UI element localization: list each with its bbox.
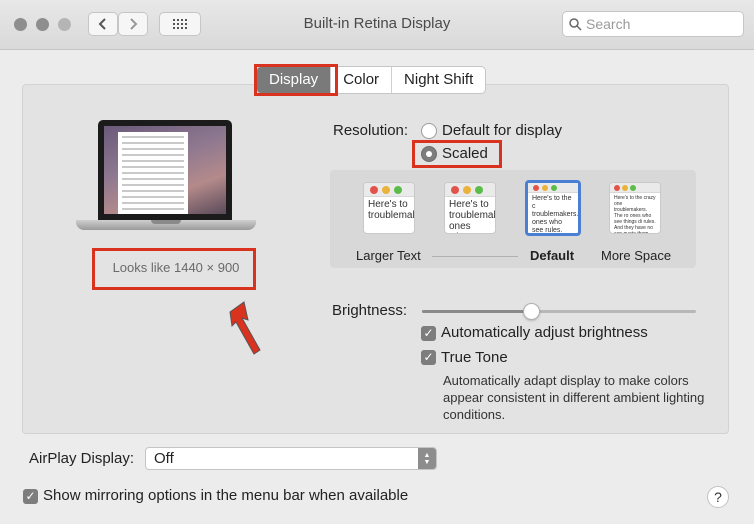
mirroring-label[interactable]: Show mirroring options in the menu bar w… [43,487,408,504]
wallpaper-image [104,126,226,214]
radio-default-for-display[interactable] [421,123,437,139]
mirroring-checkbox[interactable]: ✓ [23,489,38,504]
close-window-button[interactable] [14,18,27,31]
chevron-right-icon [130,18,138,30]
auto-brightness-label[interactable]: Automatically adjust brightness [441,324,648,341]
true-tone-checkbox[interactable]: ✓ [421,350,436,365]
red-arrow-annotation [229,301,261,355]
default-for-display-label[interactable]: Default for display [442,122,562,139]
brightness-slider-knob[interactable] [523,303,541,320]
scale-preview-text: Here's to troublemak ones who [449,199,496,233]
scale-option-more-space[interactable]: Here's to the crazy one troublemakers. T… [609,182,661,234]
minimize-window-button[interactable] [36,18,49,31]
laptop-notch [151,220,181,224]
resolution-label: Resolution: [333,122,409,139]
tab-bar: Display Color Night Shift [256,66,487,94]
search-input[interactable] [586,16,736,32]
search-icon [569,17,582,31]
brightness-fill [422,310,532,313]
zoom-window-button[interactable] [58,18,71,31]
airplay-select[interactable]: Off ▲ ▼ [145,447,437,470]
stepper-arrows-icon: ▲ ▼ [418,448,436,469]
chevron-left-icon [98,18,106,30]
scale-label-more-space: More Space [601,248,672,263]
scale-option-2[interactable]: Here's to troublemak ones who [444,182,496,234]
auto-brightness-checkbox[interactable]: ✓ [421,326,436,341]
search-field[interactable] [562,11,744,37]
airplay-label: AirPlay Display: [29,450,135,467]
scale-option-default[interactable]: Here's to the c troublemakers. ones who … [525,180,581,236]
tab-night-shift[interactable]: Night Shift [391,67,485,93]
show-all-button[interactable] [159,12,201,36]
scale-option-larger-text[interactable]: Here's to troublemak [363,182,415,234]
brightness-label: Brightness: [332,302,408,319]
scale-label-default: Default [530,248,575,263]
scale-preview-text: Here's to the c troublemakers. ones who … [532,195,579,234]
grid-icon [173,19,187,29]
tab-color[interactable]: Color [330,67,391,93]
scaled-label[interactable]: Scaled [442,145,488,162]
laptop-screen [98,120,232,220]
forward-button[interactable] [118,12,148,36]
true-tone-description: Automatically adapt display to make colo… [443,373,705,422]
scale-label-larger-text: Larger Text [356,248,421,263]
radio-scaled[interactable] [421,146,437,162]
laptop-illustration [76,120,256,244]
title-bar: Built-in Retina Display [0,0,754,50]
scale-preview-text: Here's to troublemak [368,199,415,221]
scale-preview-text: Here's to the crazy one troublemakers. T… [614,195,656,234]
brightness-slider[interactable] [422,310,696,313]
true-tone-label[interactable]: True Tone [441,349,508,366]
scale-divider [432,256,518,257]
tab-display[interactable]: Display [257,67,331,93]
back-button[interactable] [88,12,118,36]
document-window-image [118,132,188,214]
window-title: Built-in Retina Display [303,15,451,32]
airplay-value: Off [154,450,174,467]
looks-like-resolution: Looks like 1440 × 900 [112,260,240,275]
help-button[interactable]: ? [707,486,729,508]
